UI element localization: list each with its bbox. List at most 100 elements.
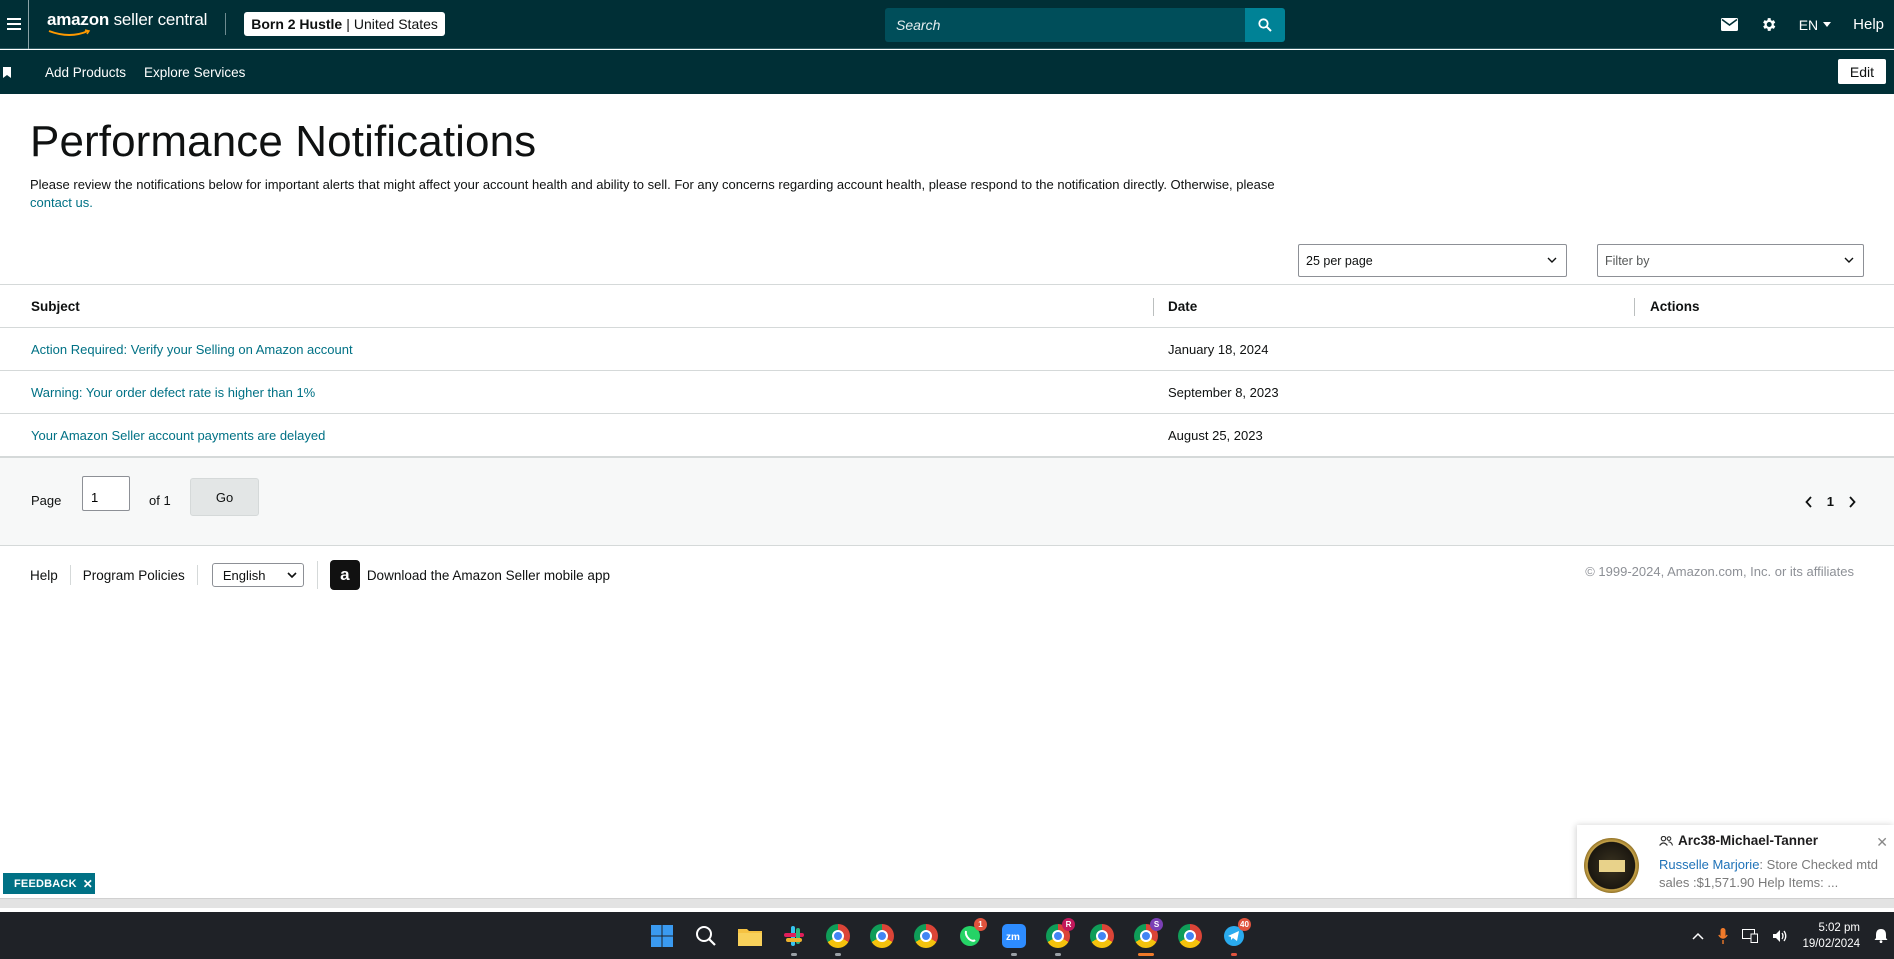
menu-icon[interactable] (0, 0, 29, 49)
copyright: © 1999-2024, Amazon.com, Inc. or its aff… (1585, 564, 1854, 579)
page-total: of 1 (149, 493, 171, 508)
footer-program-policies-link[interactable]: Program Policies (71, 565, 198, 585)
chevron-down-icon (287, 572, 297, 578)
per-page-select[interactable]: 25 per page (1298, 244, 1567, 277)
system-clock[interactable]: 5:02 pm 19/02/2024 (1802, 920, 1860, 952)
chat-notification-toast[interactable]: Arc38-Michael-Tanner ✕ Russelle Marjorie… (1577, 825, 1894, 903)
chrome-icon[interactable]: S (1124, 912, 1168, 959)
group-icon (1659, 835, 1673, 846)
page-title: Performance Notifications (30, 117, 537, 166)
chrome-icon[interactable] (860, 912, 904, 959)
current-page[interactable]: 1 (1827, 494, 1834, 509)
notification-subject-link[interactable]: Warning: Your order defect rate is highe… (31, 385, 315, 400)
go-button[interactable]: Go (190, 478, 259, 516)
header-divider (225, 13, 227, 35)
page-navigator: 1 (1805, 494, 1856, 509)
page-footer: Help Program Policies English a Download… (0, 560, 1894, 590)
contact-us-link[interactable]: contact us. (30, 195, 93, 210)
windows-taskbar: 1 zm R S 40 5:02 pm 19/02/2024 (0, 912, 1894, 959)
table-row: Action Required: Verify your Selling on … (0, 328, 1894, 371)
svg-text:zm: zm (1006, 932, 1020, 943)
chrome-icon[interactable] (816, 912, 860, 959)
pagination-bar: Page of 1 Go 1 (0, 457, 1894, 546)
store-name: Born 2 Hustle (251, 16, 343, 32)
feedback-button[interactable]: FEEDBACK ✕ (3, 873, 95, 894)
close-icon[interactable]: ✕ (1876, 834, 1888, 851)
store-separator: | (346, 16, 350, 32)
clock-date: 19/02/2024 (1802, 937, 1860, 950)
horizontal-scrollbar[interactable] (0, 898, 1894, 908)
nav-add-products[interactable]: Add Products (45, 65, 126, 80)
search-input[interactable] (885, 8, 1245, 42)
notification-subject-link[interactable]: Action Required: Verify your Selling on … (31, 342, 353, 357)
notification-date: August 25, 2023 (1168, 428, 1263, 443)
notification-bell-icon[interactable] (1874, 928, 1888, 943)
chevron-left-icon[interactable] (1805, 495, 1813, 508)
chrome-icon[interactable]: R (1036, 912, 1080, 959)
page-number-input[interactable] (82, 476, 130, 511)
header-actions: EN Help (1720, 0, 1894, 49)
chevron-down-icon (1844, 257, 1854, 263)
table-row: Warning: Your order defect rate is highe… (0, 371, 1894, 414)
network-icon[interactable] (1742, 928, 1759, 943)
amazon-app-icon[interactable]: a (329, 560, 360, 590)
column-header-date[interactable]: Date (1168, 299, 1197, 314)
toast-message: Russelle Marjorie: Store Checked mtd sal… (1659, 857, 1878, 890)
filter-select[interactable]: Filter by (1597, 244, 1864, 277)
clock-time: 5:02 pm (1818, 921, 1860, 934)
taskbar-apps: 1 zm R S 40 (640, 912, 1256, 959)
telegram-badge: 40 (1238, 918, 1251, 931)
chevron-right-icon[interactable] (1848, 495, 1856, 508)
search-icon[interactable] (684, 912, 728, 959)
help-link[interactable]: Help (1853, 16, 1884, 33)
whatsapp-icon[interactable]: 1 (948, 912, 992, 959)
chevron-down-icon (1547, 257, 1557, 263)
whatsapp-badge: 1 (974, 918, 987, 931)
gear-icon[interactable] (1760, 16, 1777, 33)
top-header: amazon seller central Born 2 Hustle | Un… (0, 0, 1894, 49)
column-divider[interactable] (1634, 298, 1635, 316)
table-header: Subject Date Actions (0, 284, 1894, 328)
notification-subject-link[interactable]: Your Amazon Seller account payments are … (31, 428, 325, 443)
chrome-icon[interactable] (904, 912, 948, 959)
amazon-seller-central-logo[interactable]: amazon seller central (47, 11, 207, 37)
notification-date: September 8, 2023 (1168, 385, 1279, 400)
search-icon (1258, 18, 1272, 32)
telegram-icon[interactable]: 40 (1212, 912, 1256, 959)
edit-button[interactable]: Edit (1837, 59, 1886, 84)
table-row: Your Amazon Seller account payments are … (0, 414, 1894, 457)
search-bar (885, 8, 1285, 42)
zoom-icon[interactable]: zm (992, 912, 1036, 959)
search-button[interactable] (1245, 8, 1285, 42)
chevron-up-icon[interactable] (1692, 932, 1704, 940)
notifications-table: Subject Date Actions Action Required: Ve… (0, 284, 1894, 457)
column-divider[interactable] (1153, 298, 1154, 316)
page-description: Please review the notifications below fo… (30, 177, 1275, 210)
avatar (1584, 838, 1639, 893)
slack-icon[interactable] (772, 912, 816, 959)
column-header-actions: Actions (1650, 299, 1700, 314)
bookmark-icon[interactable] (3, 66, 11, 78)
footer-language-select[interactable]: English (211, 563, 304, 587)
download-app-link[interactable]: Download the Amazon Seller mobile app (367, 568, 610, 583)
chrome-icon[interactable] (1168, 912, 1212, 959)
column-header-subject[interactable]: Subject (31, 299, 80, 314)
chrome-profile-badge: S (1150, 918, 1163, 931)
store-switcher[interactable]: Born 2 Hustle | United States (244, 12, 445, 36)
mail-icon[interactable] (1720, 18, 1738, 31)
language-selector[interactable]: EN (1799, 17, 1832, 33)
windows-start-icon[interactable] (640, 912, 684, 959)
nav-explore-services[interactable]: Explore Services (144, 65, 245, 80)
toast-title: Arc38-Michael-Tanner (1659, 833, 1818, 848)
chrome-icon[interactable] (1080, 912, 1124, 959)
caret-down-icon (1823, 22, 1832, 27)
file-explorer-icon[interactable] (728, 912, 772, 959)
footer-help-link[interactable]: Help (0, 565, 71, 585)
sub-navigation: Add Products Explore Services Edit (0, 50, 1894, 94)
system-tray: 5:02 pm 19/02/2024 (1692, 912, 1894, 959)
avatar-badge-icon (1598, 859, 1625, 872)
store-region: United States (353, 16, 438, 32)
microphone-icon[interactable] (1718, 927, 1729, 944)
volume-icon[interactable] (1772, 929, 1788, 943)
close-icon[interactable]: ✕ (83, 877, 93, 891)
